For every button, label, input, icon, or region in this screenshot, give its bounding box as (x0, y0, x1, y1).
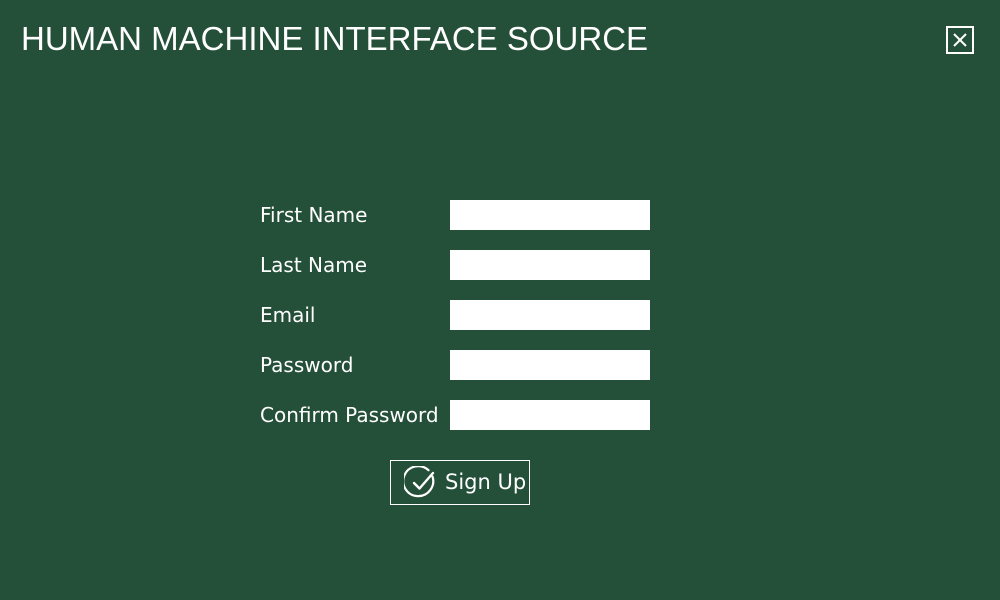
confirm-password-row: Confirm Password (260, 400, 650, 430)
email-row: Email (260, 300, 650, 330)
first-name-row: First Name (260, 200, 650, 230)
sign-up-button[interactable]: Sign Up (390, 460, 530, 505)
confirm-password-input[interactable] (450, 400, 650, 430)
last-name-label: Last Name (260, 253, 368, 277)
first-name-label: First Name (260, 203, 368, 227)
sign-up-label: Sign Up (445, 470, 527, 494)
page-title: HUMAN MACHINE INTERFACE SOURCE (21, 20, 649, 57)
password-label: Password (260, 353, 354, 377)
last-name-row: Last Name (260, 250, 650, 280)
email-label: Email (260, 303, 316, 327)
close-box-icon (946, 26, 974, 54)
confirm-password-label: Confirm Password (260, 403, 439, 427)
password-input[interactable] (450, 350, 650, 380)
last-name-input[interactable] (450, 250, 650, 280)
email-input[interactable] (450, 300, 650, 330)
first-name-input[interactable] (450, 200, 650, 230)
password-row: Password (260, 350, 650, 380)
check-circle-icon (404, 465, 438, 500)
close-button[interactable] (946, 26, 974, 54)
